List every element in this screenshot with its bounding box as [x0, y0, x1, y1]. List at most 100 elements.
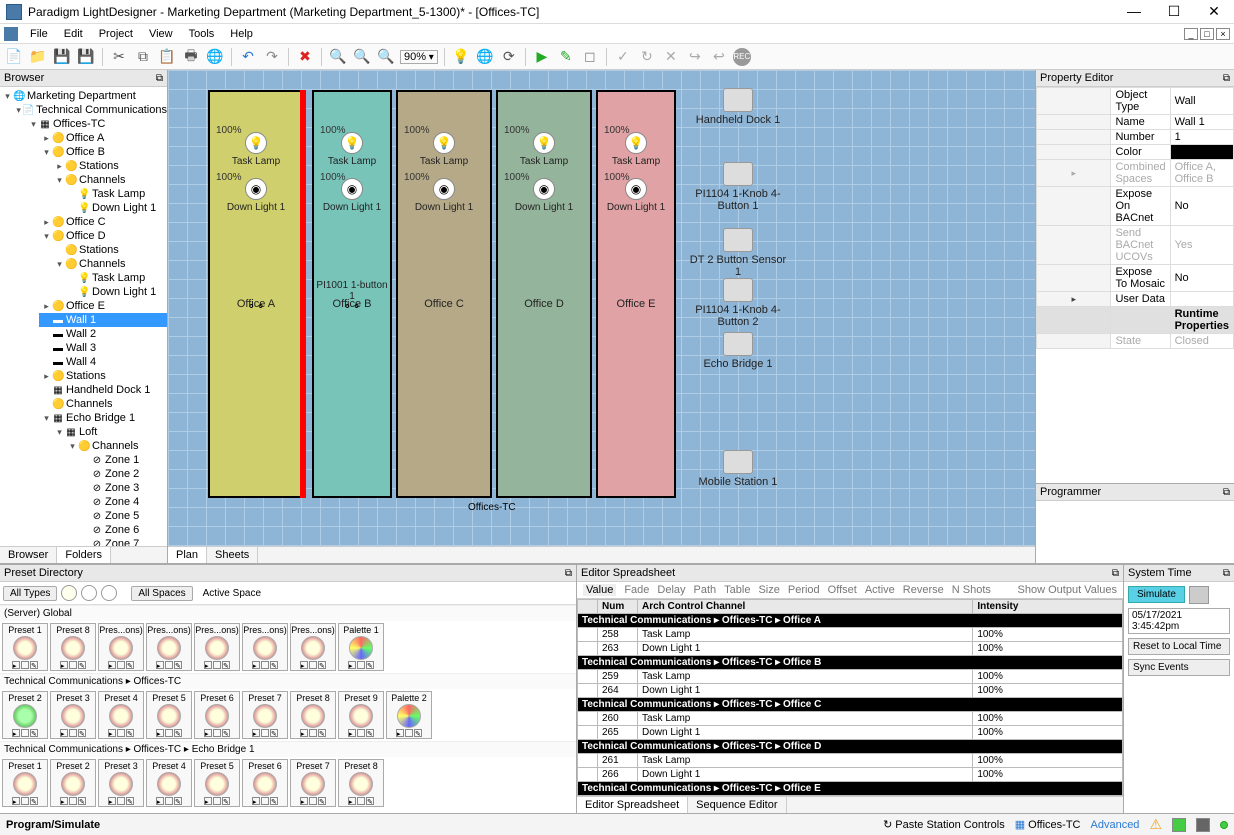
- preset-edit-icon[interactable]: ✎: [30, 797, 38, 805]
- preset-check-icon[interactable]: [261, 729, 269, 737]
- preset-play-icon[interactable]: ▸: [204, 661, 212, 669]
- preset-edit-icon[interactable]: ✎: [126, 797, 134, 805]
- property-row[interactable]: ▸Combined SpacesOffice A, Office B: [1037, 160, 1234, 187]
- status-icon-1[interactable]: [1172, 818, 1186, 832]
- down-light-icon[interactable]: ◉: [533, 178, 555, 200]
- preset-edit-icon[interactable]: ✎: [318, 797, 326, 805]
- reset-time-button[interactable]: Reset to Local Time: [1128, 638, 1230, 655]
- browser-pin-icon[interactable]: ⧉: [156, 73, 163, 84]
- preset-check-icon[interactable]: [357, 797, 365, 805]
- tree-node[interactable]: ▬Wall 2: [39, 327, 167, 341]
- preset-play-icon[interactable]: ▸: [252, 797, 260, 805]
- preset-check-icon[interactable]: [117, 729, 125, 737]
- ss-tab[interactable]: Delay: [657, 584, 685, 596]
- preset-edit-icon[interactable]: ✎: [270, 797, 278, 805]
- active-space-label[interactable]: Active Space: [197, 587, 267, 600]
- preset-tile[interactable]: Preset 8▸✎: [290, 691, 336, 739]
- preset-check-icon[interactable]: [69, 729, 77, 737]
- tab-folders[interactable]: Folders: [57, 547, 111, 563]
- task-lamp-icon[interactable]: 💡: [245, 132, 267, 154]
- preset-filter-icon-3[interactable]: [101, 585, 117, 601]
- down-light-icon[interactable]: ◉: [341, 178, 363, 200]
- redo-icon[interactable]: ↷: [262, 47, 282, 67]
- preset-tile[interactable]: Preset 7▸✎: [290, 759, 336, 807]
- tree-node[interactable]: ▾🟡Office D: [39, 229, 167, 243]
- property-row[interactable]: Number1: [1037, 130, 1234, 145]
- tree-node[interactable]: ▾📄Technical Communications: [13, 103, 167, 117]
- ss-tab[interactable]: Table: [724, 584, 750, 596]
- property-row[interactable]: NameWall 1: [1037, 115, 1234, 130]
- tree-node[interactable]: ▾🌐Marketing Department: [0, 89, 167, 103]
- simulate-button[interactable]: Simulate: [1128, 586, 1185, 603]
- canvas-device[interactable]: Handheld Dock 1: [688, 88, 788, 126]
- office-shape[interactable]: 100%💡Task Lamp100%◉Down Light 1Office A⚬…: [208, 90, 304, 498]
- preset-edit-icon[interactable]: ✎: [222, 729, 230, 737]
- preset-edit-icon[interactable]: ✎: [30, 661, 38, 669]
- preset-play-icon[interactable]: ▸: [252, 729, 260, 737]
- preset-tile[interactable]: Preset 4▸✎: [146, 759, 192, 807]
- copy-icon[interactable]: ⧉: [133, 47, 153, 67]
- tree-node[interactable]: ⊘Zone 2: [78, 467, 167, 481]
- tree-node[interactable]: ▾🟡Office B: [39, 145, 167, 159]
- mdi-close-button[interactable]: ×: [1216, 28, 1230, 40]
- all-types-button[interactable]: All Types: [3, 586, 57, 601]
- preset-edit-icon[interactable]: ✎: [174, 661, 182, 669]
- preset-tile[interactable]: Preset 8▸✎: [338, 759, 384, 807]
- menu-project[interactable]: Project: [91, 28, 141, 40]
- globe-icon[interactable]: 🌐: [205, 47, 225, 67]
- preset-edit-icon[interactable]: ✎: [318, 661, 326, 669]
- tree-node[interactable]: ⊘Zone 1: [78, 453, 167, 467]
- clock-icon-button[interactable]: [1189, 586, 1209, 604]
- canvas-device[interactable]: Echo Bridge 1: [688, 332, 788, 370]
- preset-tile[interactable]: Pres...ons)▸✎: [242, 623, 288, 671]
- preset-check-icon[interactable]: [309, 661, 317, 669]
- preset-tile[interactable]: Palette 2▸✎: [386, 691, 432, 739]
- ss-data-row[interactable]: 265Down Light 1100%: [578, 726, 1123, 740]
- tree-node[interactable]: ▦Handheld Dock 1: [39, 383, 167, 397]
- ss-group-row[interactable]: Technical Communications ▸ Offices-TC ▸ …: [578, 656, 1123, 670]
- preset-edit-icon[interactable]: ✎: [222, 797, 230, 805]
- preset-edit-icon[interactable]: ✎: [78, 729, 86, 737]
- zoom-dropdown[interactable]: 90% ▾: [400, 50, 438, 64]
- ss-data-row[interactable]: 258Task Lamp100%: [578, 628, 1123, 642]
- task-lamp-icon[interactable]: 💡: [625, 132, 647, 154]
- app-menu-icon[interactable]: [4, 27, 18, 41]
- tab-plan[interactable]: Plan: [168, 547, 207, 563]
- preset-tile[interactable]: Preset 5▸✎: [146, 691, 192, 739]
- ss-tab[interactable]: Fade: [624, 584, 649, 596]
- undo-icon[interactable]: ↶: [238, 47, 258, 67]
- preset-edit-icon[interactable]: ✎: [126, 661, 134, 669]
- floor-plan-grid[interactable]: Offices-TC 100%💡Task Lamp100%◉Down Light…: [168, 70, 1035, 546]
- new-icon[interactable]: 📄: [4, 47, 24, 67]
- delete-icon[interactable]: ✖: [295, 47, 315, 67]
- preset-tile[interactable]: Preset 4▸✎: [98, 691, 144, 739]
- preset-edit-icon[interactable]: ✎: [270, 661, 278, 669]
- property-row[interactable]: Expose To MosaicNo: [1037, 265, 1234, 292]
- office-shape[interactable]: 100%💡Task Lamp100%◉Down Light 1PI1001 1-…: [312, 90, 392, 498]
- tree-node[interactable]: ▬Wall 1: [39, 313, 167, 327]
- preset-play-icon[interactable]: ▸: [300, 661, 308, 669]
- stop-icon[interactable]: ◻: [580, 47, 600, 67]
- preset-play-icon[interactable]: ▸: [60, 797, 68, 805]
- office-shape[interactable]: 100%💡Task Lamp100%◉Down Light 1Office C: [396, 90, 492, 498]
- menu-edit[interactable]: Edit: [56, 28, 91, 40]
- preset-check-icon[interactable]: [261, 661, 269, 669]
- preset-tile[interactable]: Preset 5▸✎: [194, 759, 240, 807]
- preset-play-icon[interactable]: ▸: [12, 729, 20, 737]
- ss-data-row[interactable]: 266Down Light 1100%: [578, 768, 1123, 782]
- preset-tile[interactable]: Preset 2▸✎: [50, 759, 96, 807]
- ss-tab[interactable]: Period: [788, 584, 820, 596]
- ss-tab[interactable]: N Shots: [952, 584, 991, 596]
- ss-group-row[interactable]: Technical Communications ▸ Offices-TC ▸ …: [578, 782, 1123, 796]
- tree-node[interactable]: 💡Down Light 1: [65, 201, 167, 215]
- preset-edit-icon[interactable]: ✎: [174, 797, 182, 805]
- tab-editor-spreadsheet[interactable]: Editor Spreadsheet: [577, 797, 688, 813]
- preset-tile[interactable]: Preset 6▸✎: [242, 759, 288, 807]
- preset-tile[interactable]: Pres...ons)▸✎: [194, 623, 240, 671]
- preset-check-icon[interactable]: [69, 797, 77, 805]
- preset-play-icon[interactable]: ▸: [108, 729, 116, 737]
- all-spaces-button[interactable]: All Spaces: [131, 586, 192, 601]
- save-icon[interactable]: 💾: [52, 47, 72, 67]
- canvas-device[interactable]: PI1104 1-Knob 4-Button 1: [688, 162, 788, 212]
- sync-events-button[interactable]: Sync Events: [1128, 659, 1230, 676]
